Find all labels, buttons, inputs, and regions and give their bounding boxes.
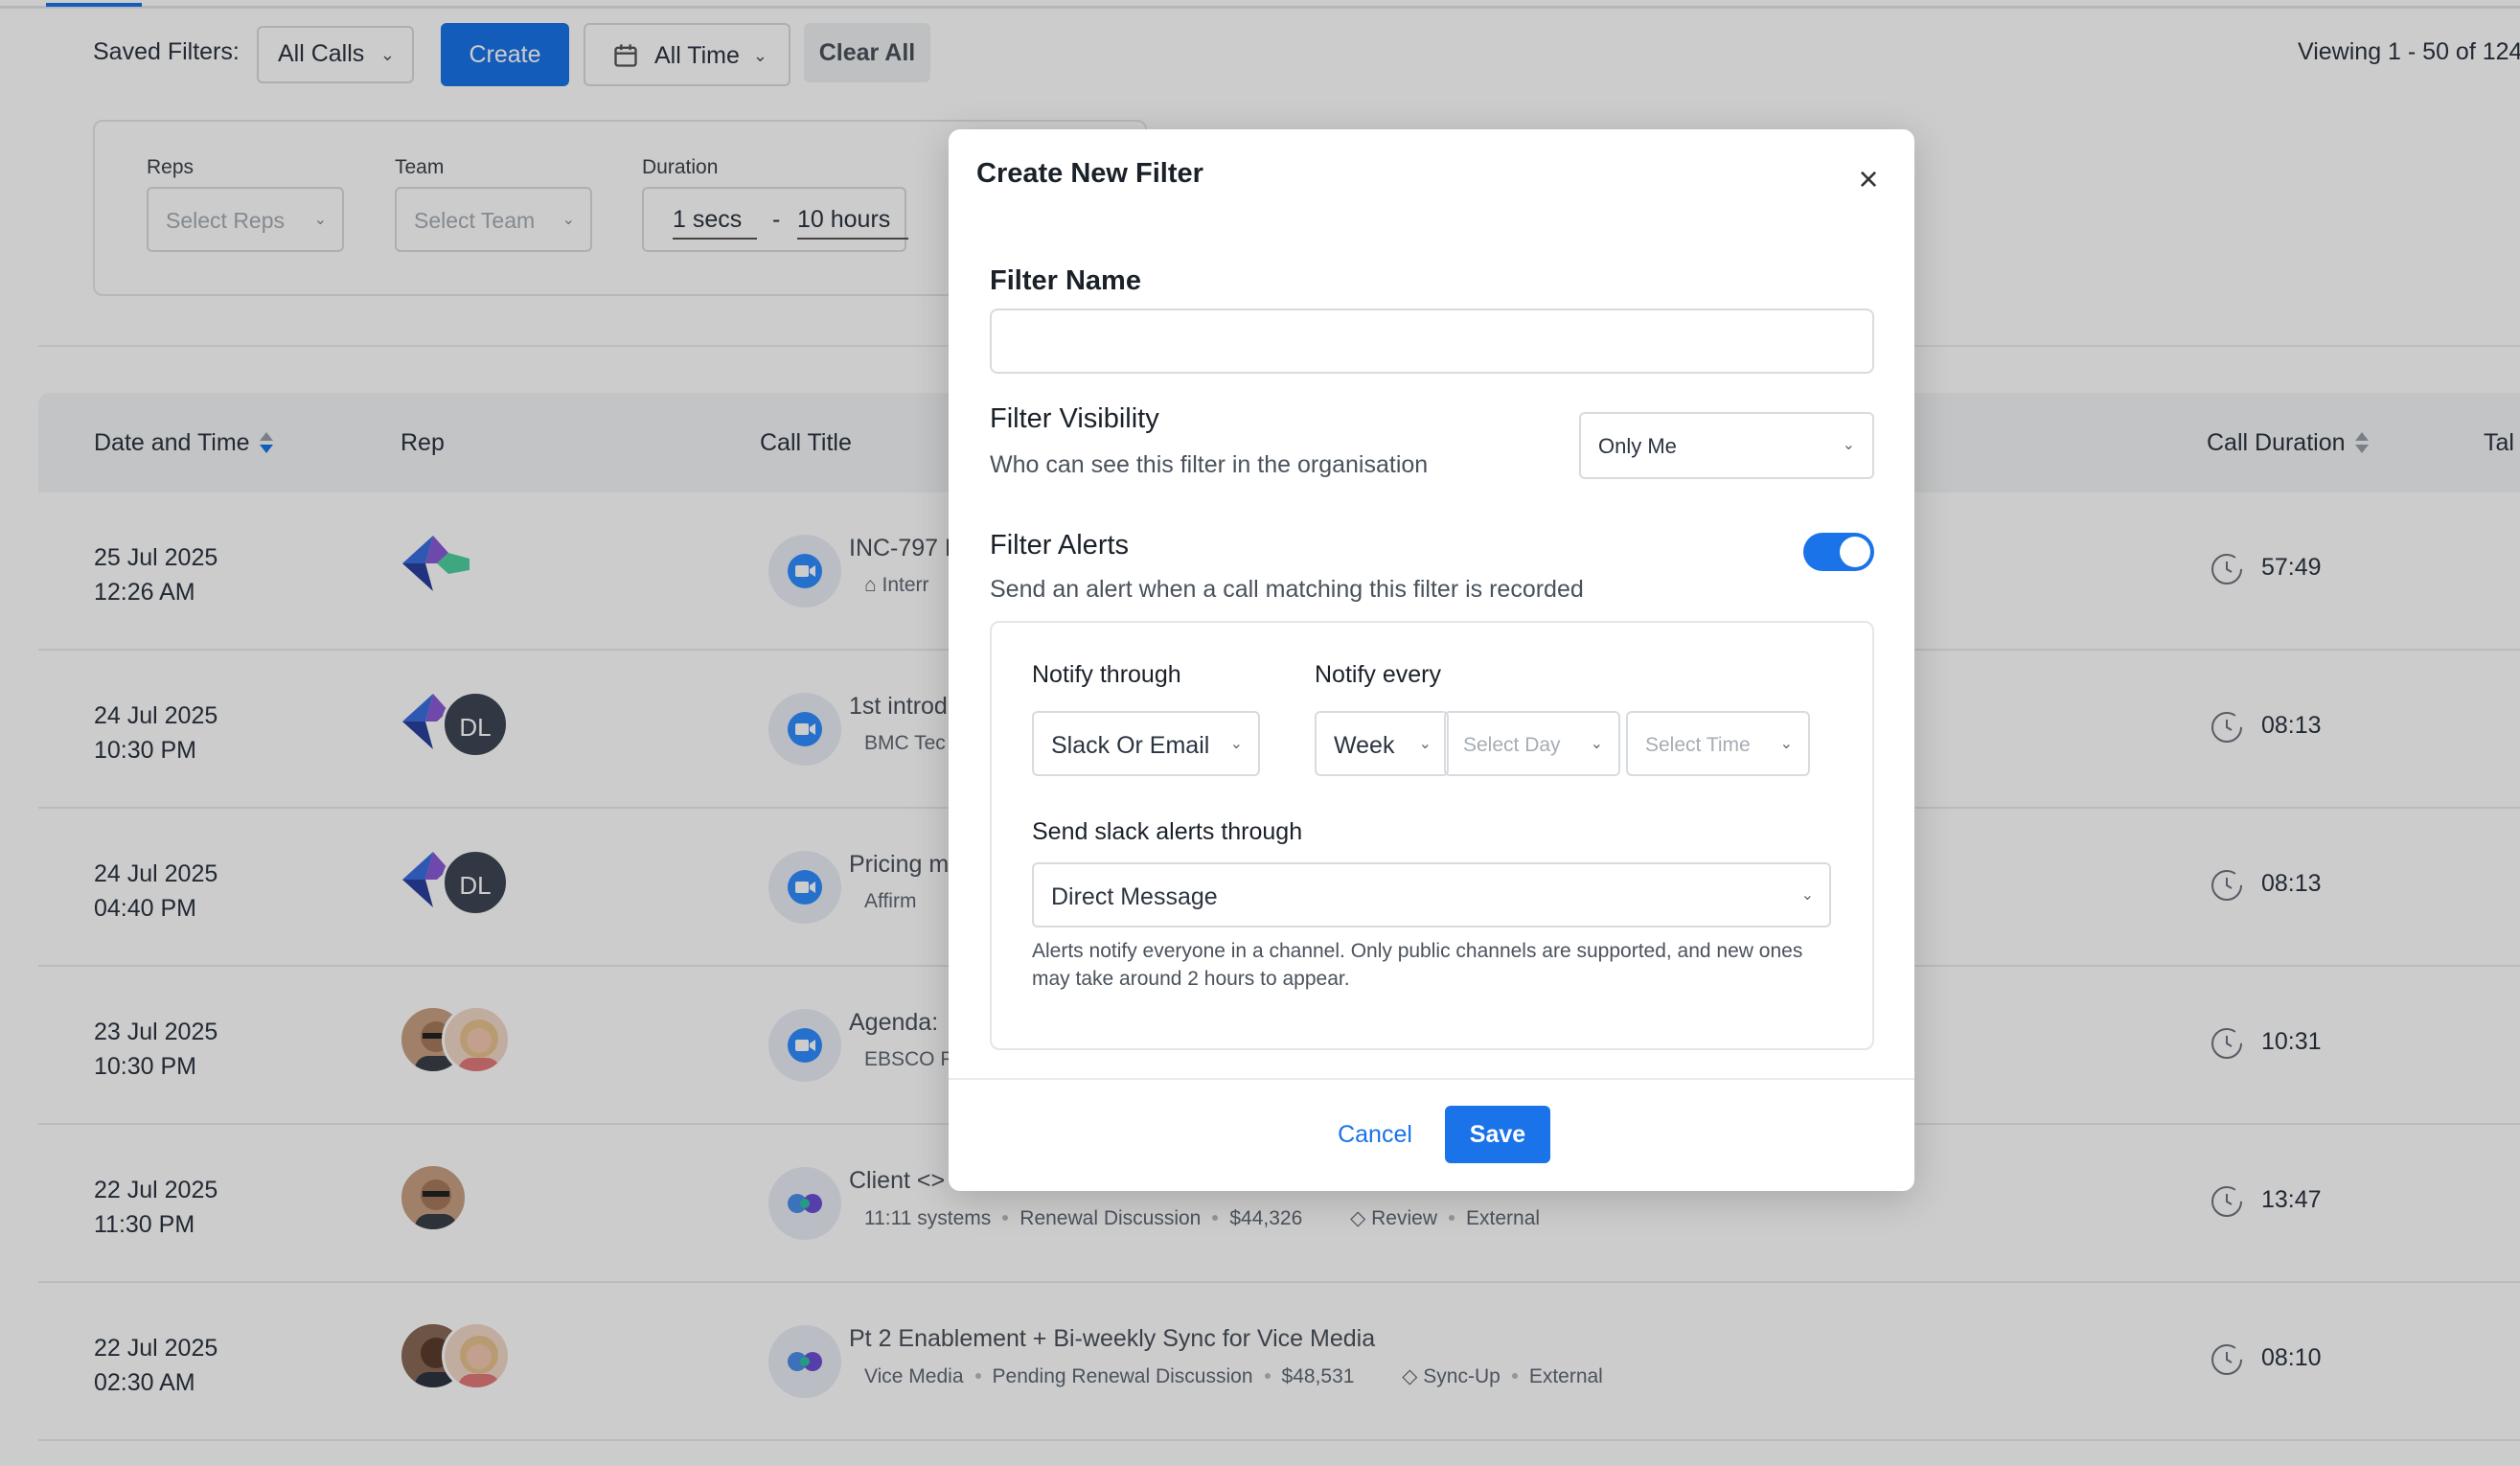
filter-name-input[interactable] xyxy=(990,309,1874,374)
alerts-help-text: Alerts notify everyone in a channel. Onl… xyxy=(1032,940,1803,990)
notify-every-value: Week xyxy=(1334,732,1395,759)
modal-title: Create New Filter xyxy=(976,158,1203,189)
notify-through-label: Notify through xyxy=(1032,661,1181,688)
chevron-down-icon: ⌄ xyxy=(1842,437,1855,453)
select-time-placeholder: Select Time xyxy=(1645,734,1751,756)
create-filter-modal: Create New Filter × Filter Name Filter V… xyxy=(949,129,1914,1191)
chevron-down-icon: ⌄ xyxy=(1779,736,1793,752)
chevron-down-icon: ⌄ xyxy=(1590,736,1603,752)
slack-alerts-select[interactable]: Direct Message ⌄ xyxy=(1032,862,1831,928)
notify-every-select[interactable]: Week ⌄ xyxy=(1315,711,1449,776)
alert-settings-panel: Notify through Slack Or Email ⌄ Notify e… xyxy=(990,621,1874,1050)
chevron-down-icon: ⌄ xyxy=(1800,887,1814,904)
chevron-down-icon: ⌄ xyxy=(1418,736,1432,752)
filter-alerts-toggle[interactable] xyxy=(1803,533,1874,571)
slack-alerts-label: Send slack alerts through xyxy=(1032,818,1303,845)
filter-name-label: Filter Name xyxy=(990,265,1141,296)
slack-alerts-value: Direct Message xyxy=(1051,883,1218,910)
filter-visibility-description: Who can see this filter in the organisat… xyxy=(990,451,1429,478)
notify-through-select[interactable]: Slack Or Email ⌄ xyxy=(1032,711,1260,776)
visibility-select[interactable]: Only Me ⌄ xyxy=(1579,412,1874,479)
select-day-placeholder: Select Day xyxy=(1463,734,1561,756)
cancel-button[interactable]: Cancel xyxy=(1313,1106,1437,1163)
select-day-dropdown[interactable]: Select Day ⌄ xyxy=(1444,711,1620,776)
close-icon[interactable]: × xyxy=(1845,158,1891,204)
modal-footer: Cancel Save xyxy=(949,1078,1914,1191)
visibility-value: Only Me xyxy=(1598,434,1677,458)
filter-visibility-label: Filter Visibility xyxy=(990,403,1159,434)
toggle-knob xyxy=(1840,537,1870,567)
notify-every-label: Notify every xyxy=(1315,661,1441,688)
notify-through-value: Slack Or Email xyxy=(1051,732,1210,759)
filter-alerts-description: Send an alert when a call matching this … xyxy=(990,576,1584,603)
select-time-dropdown[interactable]: Select Time ⌄ xyxy=(1626,711,1810,776)
filter-alerts-label: Filter Alerts xyxy=(990,530,1130,561)
save-button[interactable]: Save xyxy=(1445,1106,1550,1163)
chevron-down-icon: ⌄ xyxy=(1229,736,1243,752)
